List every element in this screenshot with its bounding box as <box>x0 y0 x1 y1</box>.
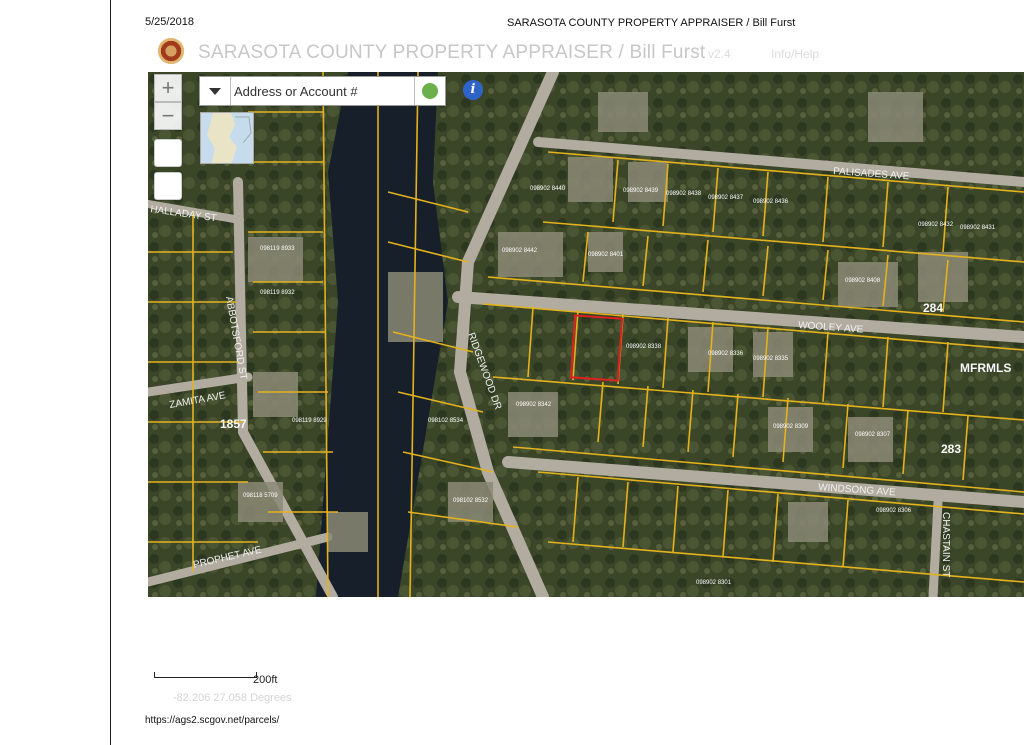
scan-page-edge <box>0 0 112 745</box>
block-number-284: 284 <box>923 301 943 315</box>
parcel-id[interactable]: 098902 8437 <box>708 195 744 201</box>
parcel-id[interactable]: 098902 8307 <box>855 432 891 438</box>
parcel-id[interactable]: 098902 8336 <box>708 351 744 357</box>
block-number-1857: 1857 <box>220 417 247 431</box>
watermark-mfrmls: MFRMLS <box>960 361 1011 375</box>
parcel-id[interactable]: 098902 8408 <box>845 278 881 284</box>
parcel-id[interactable]: 098902 8439 <box>623 188 659 194</box>
parcel-id[interactable]: 098902 8309 <box>773 424 809 430</box>
app-title: SARASOTA COUNTY PROPERTY APPRAISER / Bil… <box>198 42 706 63</box>
zoom-out-button[interactable]: − <box>154 102 182 130</box>
parcel-id[interactable]: 098902 8301 <box>696 580 732 586</box>
parcel-id[interactable]: 098119 8929 <box>292 418 327 424</box>
search-input[interactable] <box>234 80 414 102</box>
parcel-id[interactable]: 098902 8338 <box>626 344 662 350</box>
print-url: https://ags2.scgov.net/parcels/ <box>145 715 280 726</box>
parcel-id[interactable]: 098902 8306 <box>876 508 912 514</box>
print-date: 5/25/2018 <box>145 16 194 28</box>
scale-bar <box>154 672 257 678</box>
map-layer-button[interactable] <box>154 172 182 200</box>
map-tool-button[interactable] <box>154 139 182 167</box>
search-go-icon[interactable] <box>414 77 445 105</box>
county-seal-icon <box>158 38 184 64</box>
parcel-id[interactable]: 098902 8401 <box>588 252 624 258</box>
parcel-id[interactable]: 098902 8431 <box>960 225 996 231</box>
parcel-id[interactable]: 098902 8436 <box>753 199 789 205</box>
parcel-id[interactable]: 098118 5709 <box>243 493 278 499</box>
parcel-id[interactable]: 098902 8432 <box>918 222 954 228</box>
parcel-id[interactable]: 098102 8534 <box>428 418 464 424</box>
print-title: SARASOTA COUNTY PROPERTY APPRAISER / Bil… <box>507 17 796 29</box>
parcel-id[interactable]: 098102 8532 <box>453 498 489 504</box>
search-bar <box>199 76 446 106</box>
parcel-id[interactable]: 098902 8438 <box>666 191 702 197</box>
road-chastain <box>928 497 943 597</box>
version-label: v2.4 <box>708 47 731 61</box>
parcel-id[interactable]: 098902 8442 <box>502 248 538 254</box>
parcel-id[interactable]: 098902 8440 <box>530 186 566 192</box>
parcel-id[interactable]: 098119 8932 <box>260 290 295 296</box>
block-number-283: 283 <box>941 442 961 456</box>
street-label-chastain: CHASTAIN ST <box>940 512 951 577</box>
aerial-map[interactable]: PALISADES AVE WOOLEY AVE WINDSONG AVE RI… <box>148 72 1024 597</box>
parcel-id[interactable]: 098119 8933 <box>260 246 295 252</box>
parcel-id[interactable]: 098902 8335 <box>753 356 789 362</box>
coordinate-readout: -82.206 27.058 Degrees <box>173 692 292 704</box>
info-icon[interactable]: i <box>463 80 483 100</box>
search-type-dropdown-icon[interactable] <box>200 77 231 105</box>
zoom-in-button[interactable]: + <box>154 74 182 102</box>
scale-label: 200ft <box>253 674 278 686</box>
overview-minimap[interactable] <box>200 112 254 164</box>
info-help-link[interactable]: Info/Help <box>771 47 819 61</box>
parcel-id[interactable]: 098902 8342 <box>516 402 552 408</box>
